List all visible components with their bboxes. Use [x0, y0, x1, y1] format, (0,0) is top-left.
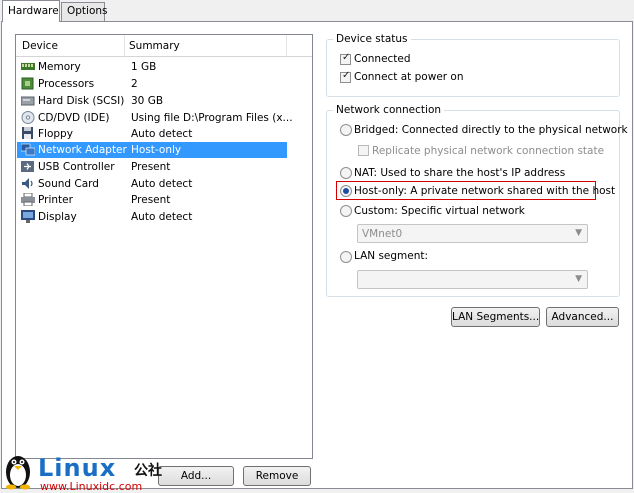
- floppy-icon: [21, 127, 35, 140]
- advanced-button[interactable]: Advanced...: [546, 307, 619, 327]
- device-name: Printer: [38, 194, 73, 206]
- lan-segments-button[interactable]: LAN Segments...: [451, 307, 540, 327]
- device-row-floppy[interactable]: Floppy Auto detect: [17, 126, 287, 142]
- nat-label[interactable]: NAT: Used to share the host's IP address: [354, 167, 565, 179]
- sound-card-icon: [21, 177, 35, 190]
- watermark-logo: Linux 公社 www.Linuxidc.com: [0, 446, 200, 493]
- connected-checkbox[interactable]: ✓: [340, 52, 351, 65]
- device-name: USB Controller: [38, 161, 115, 173]
- device-list-header: Device Summary: [16, 35, 312, 57]
- device-name: Memory: [38, 61, 81, 73]
- device-name: CD/DVD (IDE): [38, 112, 110, 124]
- processor-icon: [21, 77, 35, 90]
- device-row-hard-disk[interactable]: Hard Disk (SCSI) 30 GB: [17, 93, 287, 109]
- device-summary: Present: [131, 161, 171, 173]
- display-icon: [21, 210, 35, 223]
- device-summary: Host-only: [131, 144, 182, 156]
- vmnet-dropdown[interactable]: VMnet0 ▼: [357, 224, 588, 243]
- lan-segment-dropdown[interactable]: ▼: [357, 270, 588, 289]
- lan-segment-radio[interactable]: [340, 251, 352, 263]
- column-header-device[interactable]: Device: [22, 40, 58, 52]
- device-name: Floppy: [38, 128, 73, 140]
- device-name: Processors: [38, 78, 95, 90]
- device-status-title: Device status: [333, 33, 411, 45]
- custom-radio[interactable]: [340, 205, 352, 217]
- replicate-state-checkbox[interactable]: [358, 145, 369, 156]
- device-name: Display: [38, 211, 77, 223]
- chevron-down-icon: ▼: [575, 274, 582, 284]
- printer-icon: [21, 192, 35, 207]
- network-connection-title: Network connection: [333, 104, 445, 116]
- device-row-network-adapter[interactable]: Network Adapter Host-only: [17, 142, 287, 158]
- column-header-summary[interactable]: Summary: [129, 40, 180, 52]
- memory-icon: [21, 60, 35, 73]
- cd-dvd-icon: [21, 111, 35, 124]
- watermark-brand-cn: 公社: [134, 463, 162, 479]
- bridged-label[interactable]: Bridged: Connected directly to the physi…: [354, 124, 628, 136]
- device-name: Network Adapter: [38, 144, 127, 156]
- lan-segment-label[interactable]: LAN segment:: [354, 250, 428, 262]
- device-row-sound-card[interactable]: Sound Card Auto detect: [17, 176, 287, 192]
- device-row-memory[interactable]: Memory 1 GB: [17, 59, 287, 75]
- device-summary: Using file D:\Program Files (x...: [131, 112, 293, 124]
- tab-options-label: Options: [67, 5, 108, 17]
- chevron-down-icon: ▼: [575, 228, 582, 238]
- tab-hardware[interactable]: Hardware: [2, 0, 60, 22]
- network-adapter-icon: [20, 143, 36, 156]
- device-name: Hard Disk (SCSI): [38, 95, 125, 107]
- device-row-usb-controller[interactable]: USB Controller Present: [17, 159, 287, 175]
- device-summary: 1 GB: [131, 61, 157, 73]
- device-summary: Auto detect: [131, 128, 193, 140]
- tab-hardware-label: Hardware: [8, 5, 59, 17]
- watermark-url: www.Linuxidc.com: [40, 480, 143, 493]
- device-row-processors[interactable]: Processors 2: [17, 76, 287, 92]
- tab-options[interactable]: Options: [61, 2, 108, 21]
- custom-label[interactable]: Custom: Specific virtual network: [354, 205, 525, 217]
- hardware-tab-panel: Device Summary Memory 1 GB Processors 2 …: [1, 21, 633, 489]
- device-summary: Auto detect: [131, 178, 193, 190]
- device-summary: Present: [131, 194, 171, 206]
- device-summary: 30 GB: [131, 95, 164, 107]
- network-connection-group: Network connection Bridged: Connected di…: [326, 104, 628, 297]
- penguin-icon: [2, 450, 34, 493]
- host-only-label[interactable]: Host-only: A private network shared with…: [354, 185, 615, 197]
- replicate-state-label[interactable]: Replicate physical network connection st…: [372, 145, 604, 157]
- device-name: Sound Card: [38, 178, 99, 190]
- vmnet-dropdown-value: VMnet0: [362, 228, 403, 240]
- device-row-cd-dvd[interactable]: CD/DVD (IDE) Using file D:\Program Files…: [17, 110, 293, 126]
- device-row-printer[interactable]: Printer Present: [17, 192, 287, 208]
- device-list[interactable]: Device Summary Memory 1 GB Processors 2 …: [15, 34, 313, 459]
- device-row-display[interactable]: Display Auto detect: [17, 209, 287, 225]
- connect-at-power-on-checkbox[interactable]: ✓: [340, 70, 351, 83]
- watermark-brand: Linux: [38, 454, 117, 482]
- connect-at-power-on-label[interactable]: Connect at power on: [354, 71, 464, 83]
- usb-icon: [21, 160, 35, 173]
- device-status-group: Device status ✓ Connected ✓ Connect at p…: [326, 33, 620, 97]
- device-summary: 2: [131, 78, 138, 90]
- remove-button[interactable]: Remove: [243, 466, 311, 486]
- host-only-radio[interactable]: [340, 185, 352, 197]
- bridged-radio[interactable]: [340, 124, 352, 136]
- device-summary: Auto detect: [131, 211, 193, 223]
- nat-radio[interactable]: [340, 167, 352, 179]
- hard-disk-icon: [20, 94, 35, 107]
- connected-label[interactable]: Connected: [354, 53, 411, 65]
